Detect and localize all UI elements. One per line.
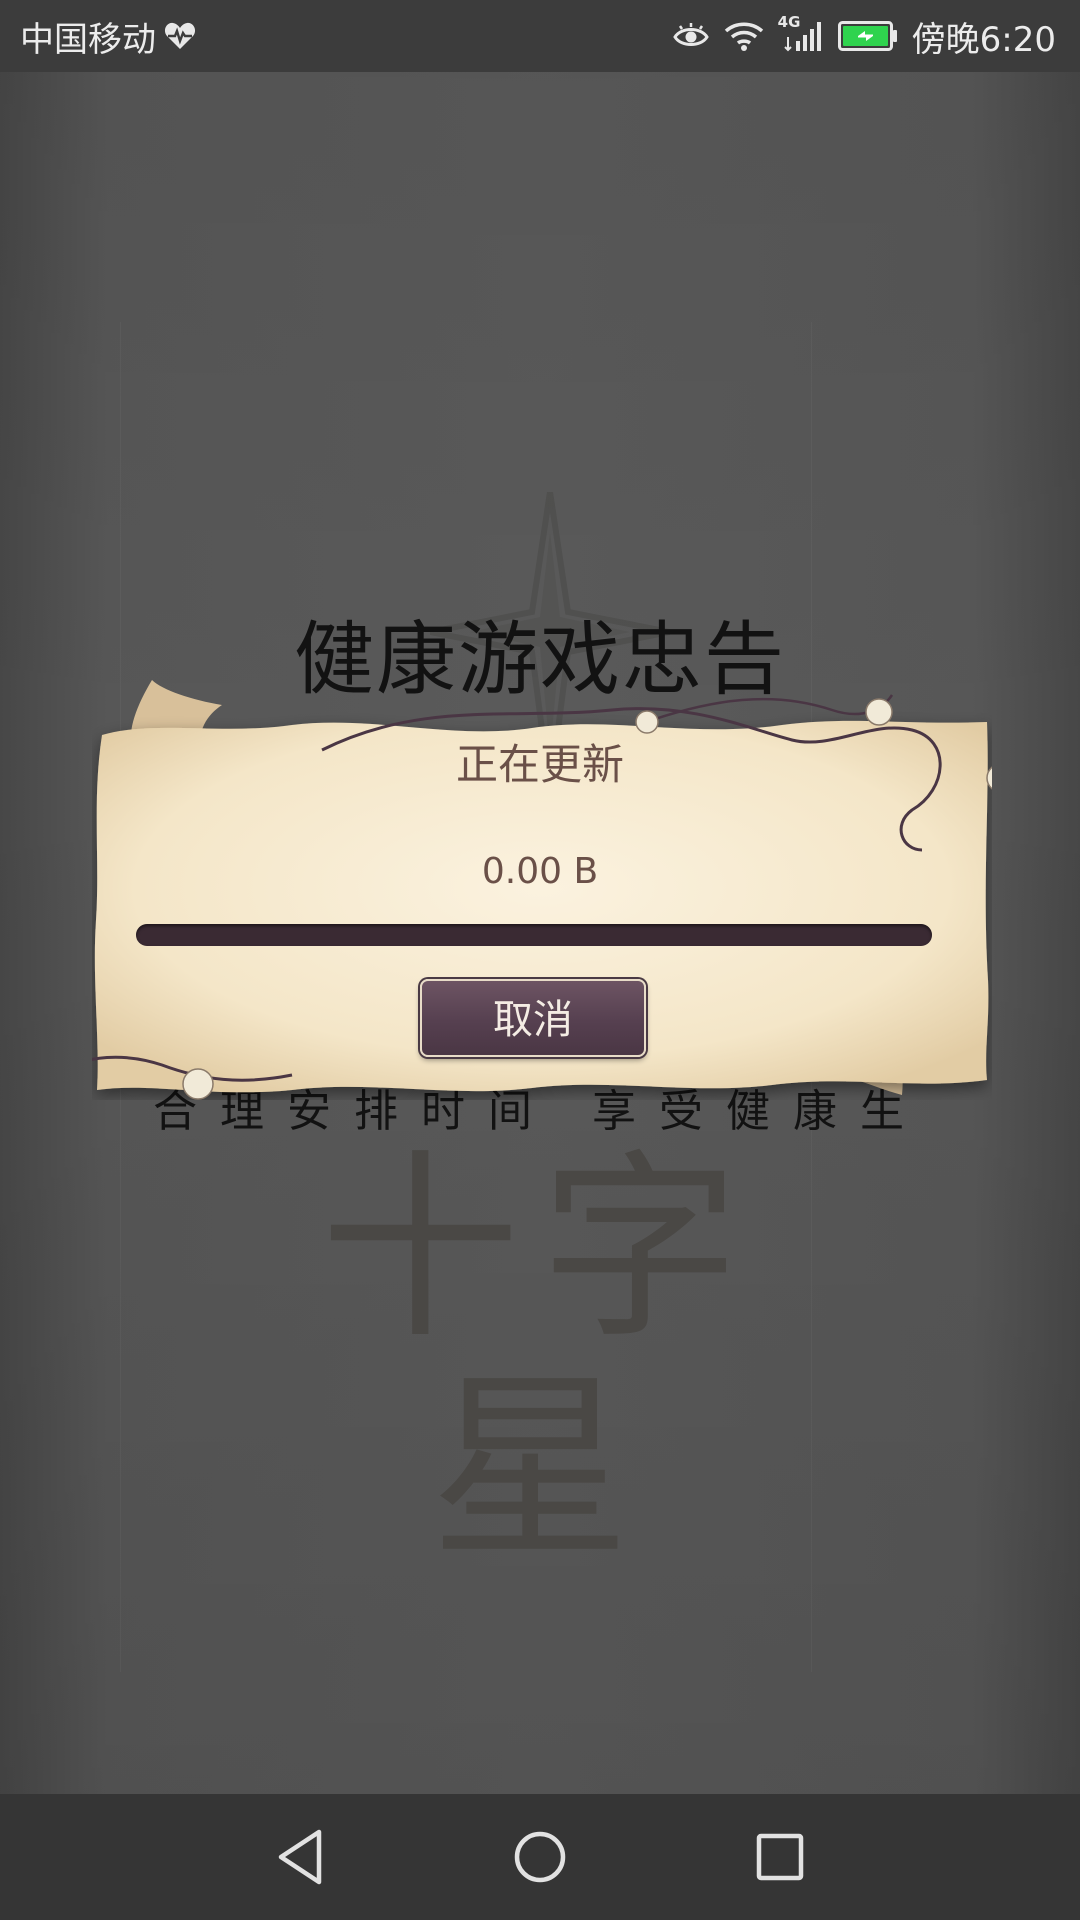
home-icon[interactable] (510, 1827, 570, 1887)
update-progress-bar (136, 924, 932, 946)
navigation-bar (0, 1794, 1080, 1920)
screen: 中国移动 4G 傍晚6:20 健康游戏忠告 合理安排时间 享受健康生 十字星 正… (0, 0, 1080, 1920)
dialog-title: 正在更新 (455, 740, 624, 789)
download-size-label: 0.00 B (481, 851, 599, 892)
network-type-label: 4G (777, 13, 801, 31)
clock-label: 傍晚6:20 (911, 19, 1056, 60)
wifi-icon (724, 20, 764, 52)
back-icon[interactable] (270, 1827, 330, 1887)
status-left: 中国移动 (20, 0, 196, 72)
battery-charging-icon (837, 21, 898, 51)
cancel-button[interactable]: 取消 (420, 979, 646, 1057)
carrier-label: 中国移动 (20, 19, 156, 60)
eye-comfort-icon (672, 21, 710, 51)
game-logo-watermark: 十字星 (319, 1133, 760, 1586)
heart-rate-icon (164, 21, 196, 51)
recent-apps-icon[interactable] (750, 1827, 810, 1887)
status-right: 4G 傍晚6:20 (672, 0, 1056, 72)
status-bar: 中国移动 4G 傍晚6:20 (0, 0, 1080, 72)
cellular-signal-icon: 4G (778, 13, 824, 53)
